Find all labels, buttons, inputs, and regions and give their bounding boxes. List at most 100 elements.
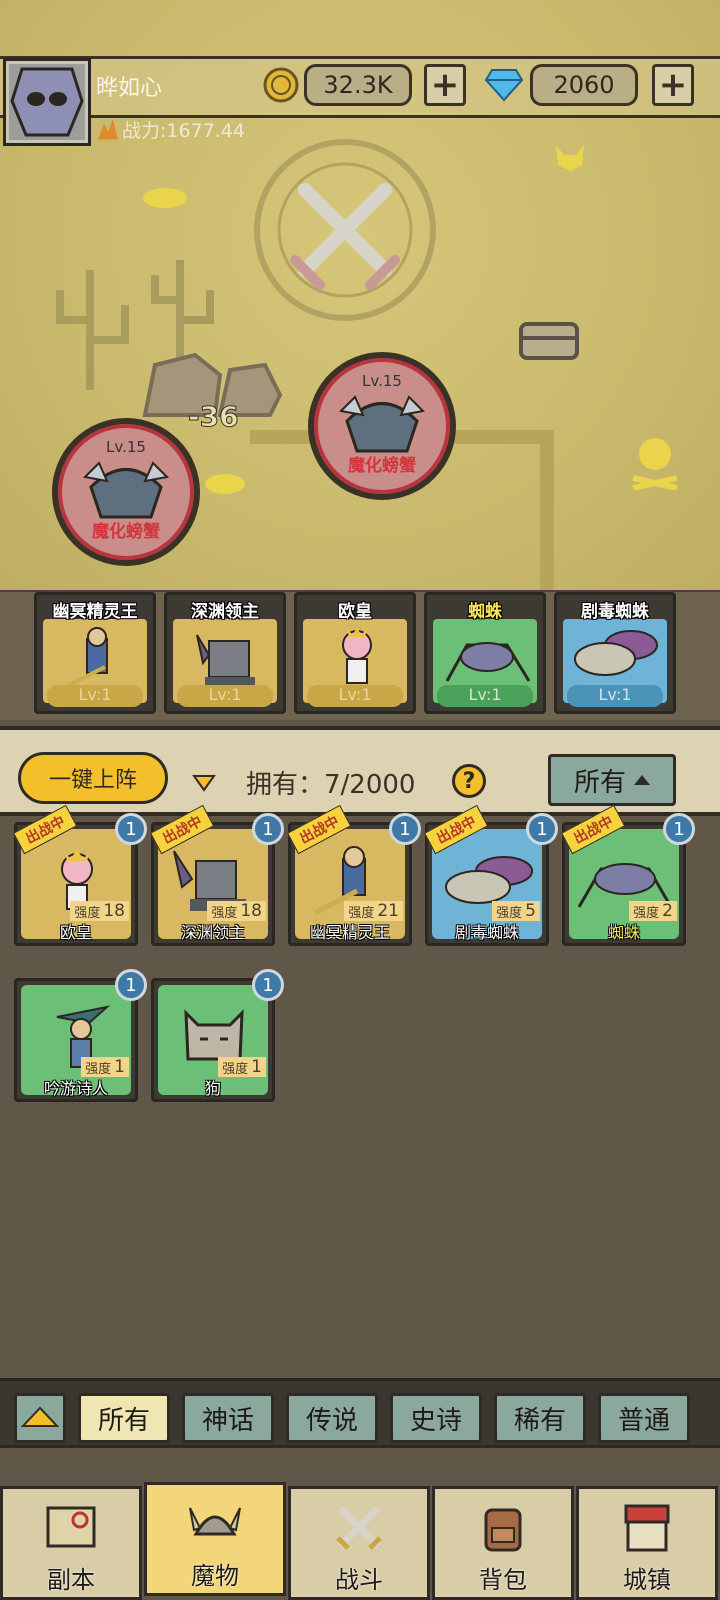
count-badge: 1 bbox=[252, 813, 284, 845]
chevron-up-icon bbox=[634, 775, 650, 785]
arrow-down-icon bbox=[192, 775, 216, 792]
strength-value: 21 bbox=[377, 901, 399, 921]
tab-legendary[interactable]: 传说 bbox=[286, 1393, 378, 1443]
slot-level: Lv:1 bbox=[307, 685, 403, 707]
monster-name: 深渊领主 bbox=[180, 923, 245, 942]
lineup-slot[interactable]: 蜘蛛 Lv:1 bbox=[424, 592, 546, 714]
tab-epic[interactable]: 史诗 bbox=[390, 1393, 482, 1443]
filter-dropdown[interactable]: 所有 bbox=[548, 754, 676, 806]
slot-name: 深渊领主 bbox=[191, 602, 259, 622]
slot-level: Lv:1 bbox=[47, 685, 143, 707]
tab-mythic[interactable]: 神话 bbox=[182, 1393, 274, 1443]
strength-value: 18 bbox=[103, 901, 125, 921]
slot-name: 蜘蛛 bbox=[468, 602, 502, 622]
venom-spider-icon bbox=[574, 630, 658, 676]
slot-name: 幽冥精灵王 bbox=[52, 602, 138, 622]
combat-power: 战力:1677.44 bbox=[98, 116, 245, 143]
monster-card[interactable]: 出战中 强度 18 深渊领主 1 bbox=[150, 804, 284, 946]
monster-card[interactable]: 出战中 强度 18 欧皇 1 bbox=[13, 804, 147, 946]
nav-town[interactable]: 城镇 bbox=[576, 1486, 718, 1600]
tab-common[interactable]: 普通 bbox=[598, 1393, 690, 1443]
lineup-slot[interactable]: 深渊领主 Lv:1 bbox=[164, 592, 286, 714]
chest-icon[interactable] bbox=[515, 310, 585, 365]
wolf-head-icon bbox=[556, 145, 584, 171]
player-avatar[interactable] bbox=[3, 58, 91, 146]
chevron-up-icon bbox=[20, 1406, 60, 1427]
nav-backpack[interactable]: 背包 bbox=[432, 1486, 574, 1600]
nav-dungeon[interactable]: 副本 bbox=[0, 1486, 142, 1600]
enemy-marker[interactable]: Lv.15 魔化螃蟹 bbox=[308, 352, 456, 500]
nav-label: 背包 bbox=[479, 1566, 527, 1594]
monster-name: 狗 bbox=[204, 1079, 221, 1098]
tab-all[interactable]: 所有 bbox=[78, 1393, 170, 1443]
strength-label: 强度 bbox=[211, 905, 238, 921]
monster-name: 幽冥精灵王 bbox=[309, 923, 390, 942]
battle-crossed-swords-icon[interactable] bbox=[250, 135, 440, 325]
count-badge: 1 bbox=[115, 813, 147, 845]
strength-tag: 强度 1 bbox=[81, 1057, 129, 1077]
slot-name: 欧皇 bbox=[338, 602, 372, 622]
slot-level: Lv:1 bbox=[567, 685, 663, 707]
strength-value: 5 bbox=[525, 901, 536, 921]
filter-label: 所有 bbox=[573, 767, 626, 798]
strength-tag: 强度 1 bbox=[218, 1057, 266, 1077]
gold-coin-icon bbox=[263, 67, 299, 103]
monster-card[interactable]: 出战中 强度 5 剧毒蜘蛛 1 bbox=[424, 804, 558, 946]
monster-card[interactable]: 强度 1 吟游诗人 1 bbox=[14, 969, 147, 1102]
nav-label: 副本 bbox=[47, 1566, 95, 1594]
monster-card[interactable]: 出战中 强度 2 蜘蛛 1 bbox=[561, 804, 695, 946]
strength-value: 1 bbox=[114, 1057, 125, 1077]
strength-value: 2 bbox=[662, 901, 673, 921]
diamond-amount: 2060 bbox=[530, 64, 638, 106]
lineup-slot[interactable]: 剧毒蜘蛛 Lv:1 bbox=[554, 592, 676, 714]
count-badge: 1 bbox=[252, 969, 284, 1001]
strength-label: 强度 bbox=[74, 905, 101, 921]
spider-icon bbox=[445, 642, 531, 682]
add-gold-button[interactable]: + bbox=[424, 64, 466, 106]
strength-tag: 强度 21 bbox=[344, 901, 403, 921]
help-icon[interactable]: ? bbox=[452, 764, 486, 798]
tab-rare[interactable]: 稀有 bbox=[494, 1393, 586, 1443]
monster-name: 欧皇 bbox=[59, 923, 92, 942]
monster-name: 吟游诗人 bbox=[43, 1079, 108, 1098]
nav-monsters[interactable]: 魔物 bbox=[144, 1482, 286, 1596]
strength-tag: 强度 2 bbox=[629, 901, 677, 921]
combat-power-value: 战力:1677.44 bbox=[122, 120, 245, 142]
add-diamond-button[interactable]: + bbox=[652, 64, 694, 106]
power-icon bbox=[98, 119, 118, 140]
slot-name: 剧毒蜘蛛 bbox=[581, 602, 649, 622]
crossed-swords-icon bbox=[336, 1505, 382, 1550]
monster-name: 剧毒蜘蛛 bbox=[454, 923, 519, 942]
collapse-button[interactable] bbox=[14, 1393, 66, 1443]
strength-value: 18 bbox=[240, 901, 262, 921]
owned-count: 拥有：7/2000 bbox=[246, 770, 416, 800]
nav-label: 战斗 bbox=[335, 1566, 383, 1594]
horned-helmet-icon bbox=[189, 1507, 241, 1536]
count-badge: 1 bbox=[526, 813, 558, 845]
nav-label: 魔物 bbox=[191, 1562, 239, 1590]
strength-label: 强度 bbox=[348, 905, 375, 921]
strength-label: 强度 bbox=[633, 905, 660, 921]
strength-label: 强度 bbox=[222, 1061, 249, 1077]
player-name: 晔如心 bbox=[96, 76, 163, 101]
monster-card[interactable]: 强度 1 狗 1 bbox=[151, 969, 284, 1102]
skull-icon bbox=[632, 438, 678, 490]
count-badge: 1 bbox=[663, 813, 695, 845]
auto-deploy-button[interactable]: 一键上阵 bbox=[18, 752, 168, 804]
lineup-slot[interactable]: 幽冥精灵王 Lv:1 bbox=[34, 592, 156, 714]
nav-battle[interactable]: 战斗 bbox=[288, 1486, 430, 1600]
monster-name: 蜘蛛 bbox=[607, 923, 640, 942]
strength-tag: 强度 18 bbox=[70, 901, 129, 921]
shop-building-icon bbox=[624, 1504, 670, 1552]
map-scroll-icon bbox=[46, 1506, 96, 1548]
strength-label: 强度 bbox=[496, 905, 523, 921]
gold-amount: 32.3K bbox=[304, 64, 412, 106]
count-badge: 1 bbox=[115, 969, 147, 1001]
nav-label: 城镇 bbox=[623, 1566, 671, 1594]
enemy-marker[interactable]: Lv.15 魔化螃蟹 bbox=[52, 418, 200, 566]
strength-value: 1 bbox=[251, 1057, 262, 1077]
gold-pile-icon bbox=[143, 188, 187, 208]
monster-card[interactable]: 出战中 强度 21 幽冥精灵王 1 bbox=[287, 804, 421, 946]
lineup-slot[interactable]: 欧皇 Lv:1 bbox=[294, 592, 416, 714]
enemy-name: 魔化螃蟹 bbox=[348, 456, 416, 476]
